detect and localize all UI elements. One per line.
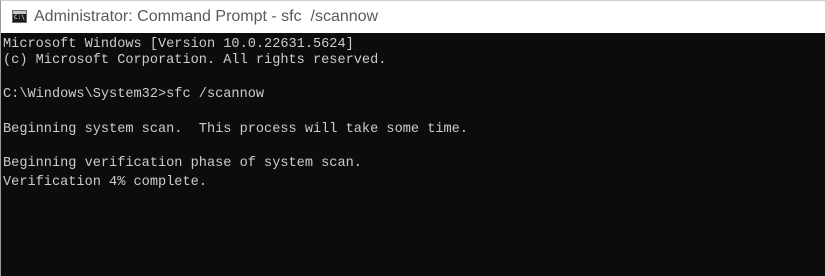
- console-line-command: C:\Windows\System32>sfc /scannow: [3, 87, 265, 102]
- icon-glyph: C:\: [14, 14, 25, 21]
- console-line-progress: Verification 4% complete.: [3, 175, 207, 190]
- console-output[interactable]: Microsoft Windows [Version 10.0.22631.56…: [1, 33, 825, 276]
- command-prompt-icon[interactable]: C:\: [12, 10, 27, 23]
- console-line-scan-start: Beginning system scan. This process will…: [3, 122, 468, 137]
- command-prompt-window: C:\ Administrator: Command Prompt - sfc …: [0, 0, 825, 276]
- title-bar[interactable]: C:\ Administrator: Command Prompt - sfc …: [1, 1, 825, 33]
- console-line-copyright: (c) Microsoft Corporation. All rights re…: [3, 53, 387, 68]
- console-line-verification-phase: Beginning verification phase of system s…: [3, 156, 362, 171]
- window-title: Administrator: Command Prompt - sfc /sca…: [34, 8, 379, 25]
